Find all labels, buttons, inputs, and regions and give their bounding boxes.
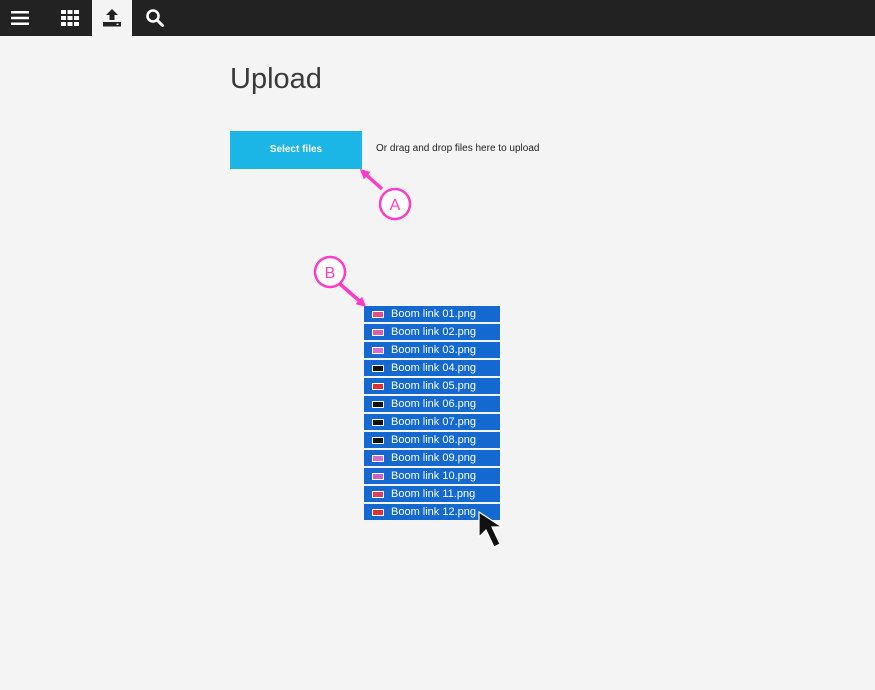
callout-a-label: A [390, 197, 401, 214]
file-name: Boom link 05.png [391, 380, 476, 392]
file-row[interactable]: Boom link 04.png [364, 360, 500, 376]
file-row[interactable]: Boom link 11.png [364, 486, 500, 502]
image-file-icon [372, 472, 384, 480]
file-row[interactable]: Boom link 10.png [364, 468, 500, 484]
top-nav-bar [0, 0, 875, 36]
file-row[interactable]: Boom link 05.png [364, 378, 500, 394]
image-file-icon [372, 454, 384, 462]
file-row[interactable]: Boom link 06.png [364, 396, 500, 412]
file-name: Boom link 11.png [391, 488, 476, 500]
dragged-file-list[interactable]: Boom link 01.png Boom link 02.png Boom lin… [364, 306, 500, 522]
upload-icon [103, 9, 121, 27]
file-name: Boom link 12.png [391, 506, 476, 518]
file-row[interactable]: Boom link 08.png [364, 432, 500, 448]
callout-b: B [313, 255, 367, 307]
image-file-icon [372, 310, 384, 318]
file-name: Boom link 06.png [391, 398, 476, 410]
image-file-icon [372, 490, 384, 498]
file-name: Boom link 10.png [391, 470, 476, 482]
image-file-icon [372, 508, 384, 516]
grid-button[interactable] [50, 0, 90, 36]
file-row[interactable]: Boom link 02.png [364, 324, 500, 340]
image-file-icon [372, 328, 384, 336]
image-file-icon [372, 346, 384, 354]
menu-button[interactable] [0, 0, 40, 36]
search-button[interactable] [135, 0, 175, 36]
file-name: Boom link 02.png [391, 326, 476, 338]
page-title: Upload [230, 63, 322, 95]
hamburger-icon [11, 11, 29, 25]
callout-a: A [359, 168, 412, 221]
search-icon [146, 9, 164, 27]
image-file-icon [372, 382, 384, 390]
grid-icon [61, 10, 79, 26]
image-file-icon [372, 436, 384, 444]
file-name: Boom link 07.png [391, 416, 476, 428]
select-files-button[interactable]: Select files [230, 131, 362, 169]
file-row[interactable]: Boom link 07.png [364, 414, 500, 430]
file-name: Boom link 04.png [391, 362, 476, 374]
file-name: Boom link 01.png [391, 308, 476, 320]
file-row[interactable]: Boom link 12.png [364, 504, 500, 520]
file-row[interactable]: Boom link 09.png [364, 450, 500, 466]
file-name: Boom link 08.png [391, 434, 476, 446]
image-file-icon [372, 364, 384, 372]
file-name: Boom link 03.png [391, 344, 476, 356]
file-name: Boom link 09.png [391, 452, 476, 464]
image-file-icon [372, 418, 384, 426]
file-row[interactable]: Boom link 01.png [364, 306, 500, 322]
callout-b-label: B [325, 265, 336, 282]
file-row[interactable]: Boom link 03.png [364, 342, 500, 358]
image-file-icon [372, 400, 384, 408]
drop-hint-text: Or drag and drop files here to upload [376, 143, 540, 154]
upload-nav-button[interactable] [92, 0, 132, 36]
